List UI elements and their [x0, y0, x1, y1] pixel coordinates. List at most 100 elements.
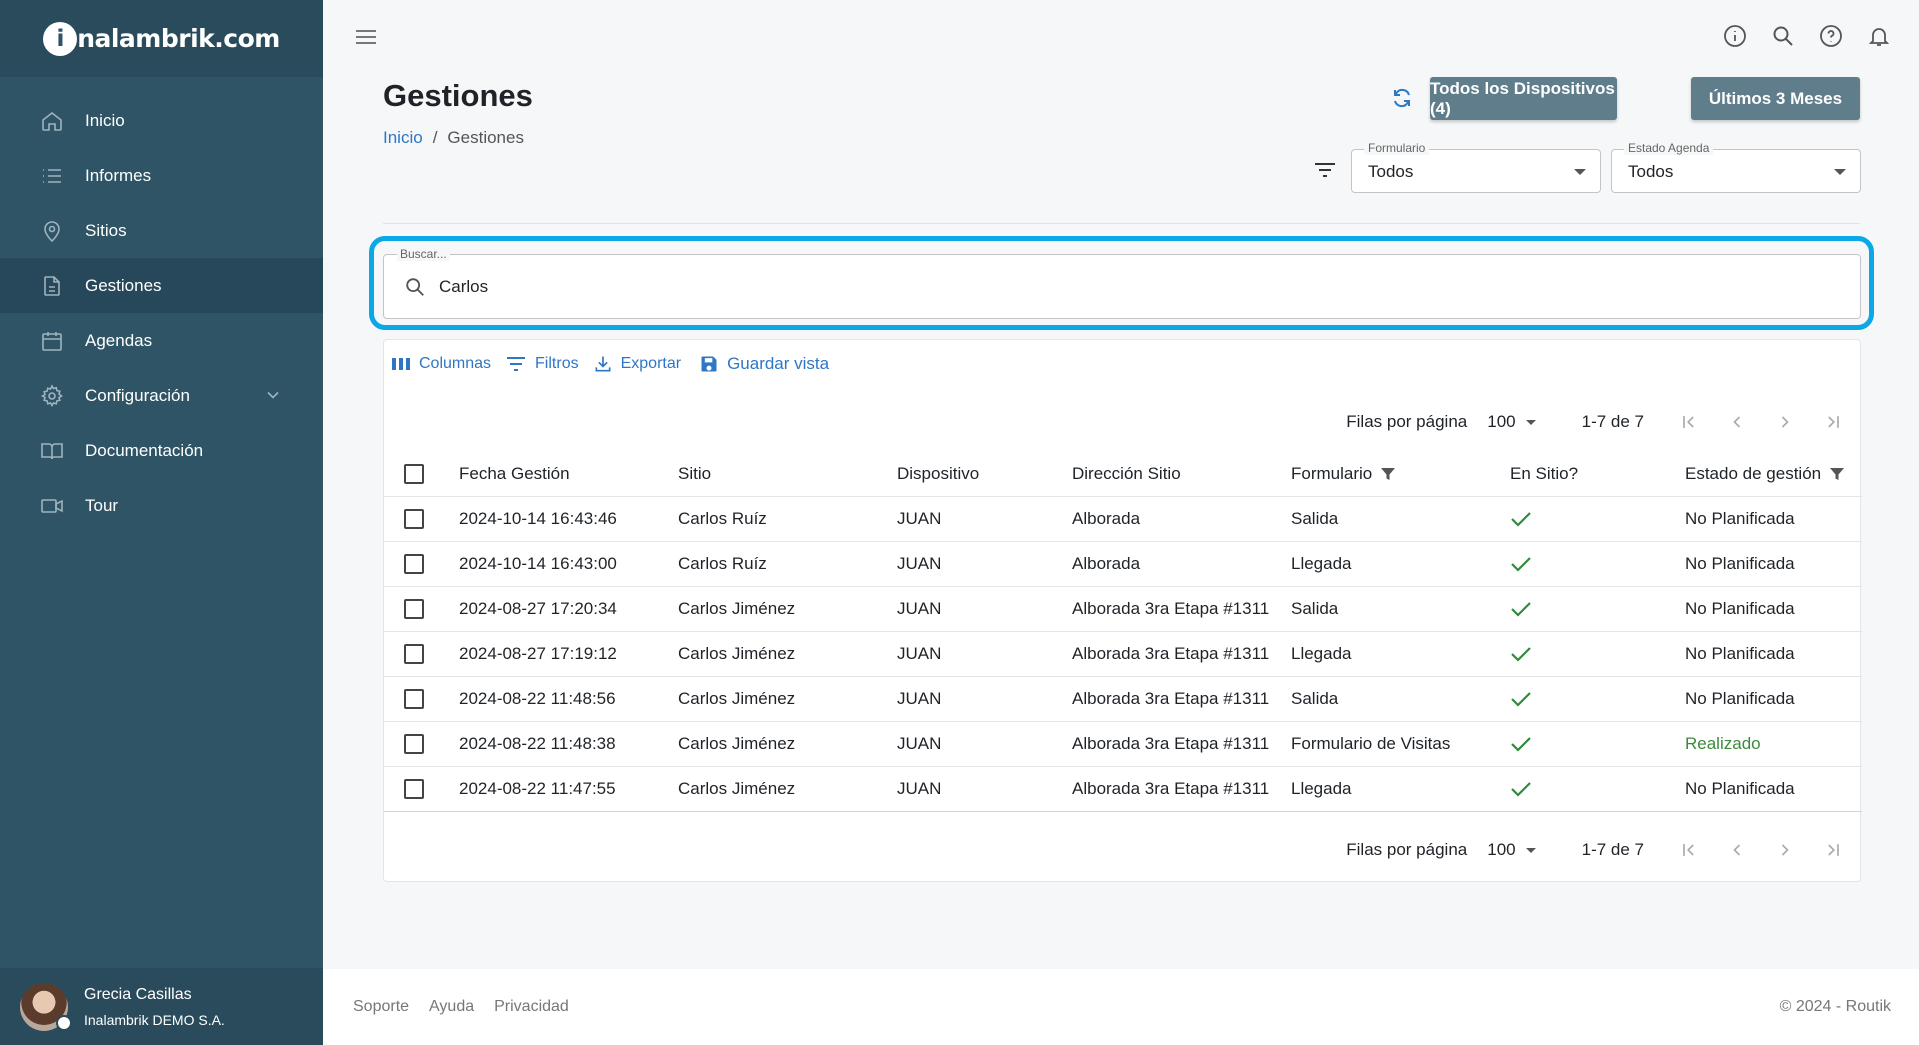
user-org: Inalambrik DEMO S.A.: [84, 1011, 225, 1028]
row-checkbox-cell: [384, 496, 459, 542]
export-button[interactable]: Exportar: [593, 354, 681, 374]
row-checkbox[interactable]: [404, 778, 424, 799]
prev-page-icon[interactable]: [1722, 407, 1752, 437]
breadcrumb-home-link[interactable]: Inicio: [383, 128, 423, 148]
table-row[interactable]: 2024-10-14 16:43:00 Carlos Ruíz JUAN Alb…: [384, 541, 1862, 587]
first-page-icon[interactable]: [1674, 835, 1704, 865]
rows-per-page-value: 100: [1487, 840, 1516, 859]
help-icon[interactable]: [1819, 24, 1843, 48]
cell-fecha: 2024-08-27 17:19:12: [459, 631, 678, 677]
sidebar-item-sitios[interactable]: Sitios: [0, 203, 323, 258]
sidebar-item-configuracion[interactable]: Configuración: [0, 368, 323, 423]
estado-agenda-select-label: Estado Agenda: [1624, 141, 1714, 155]
row-checkbox[interactable]: [404, 688, 424, 709]
all-devices-button[interactable]: Todos los Dispositivos (4): [1430, 77, 1617, 120]
column-header-estado[interactable]: Estado de gestión: [1685, 452, 1862, 497]
cell-dispositivo: JUAN: [897, 721, 1072, 767]
row-checkbox[interactable]: [404, 643, 424, 664]
row-checkbox[interactable]: [404, 508, 424, 529]
column-header-dispositivo[interactable]: Dispositivo: [897, 452, 1072, 497]
search-icon[interactable]: [1771, 24, 1795, 48]
brand-logo[interactable]: i nalambrik.com: [43, 21, 280, 56]
sidebar-item-gestiones[interactable]: Gestiones: [0, 258, 323, 313]
search-input[interactable]: Buscar... Carlos: [383, 247, 1861, 319]
sidebar-item-inicio[interactable]: Inicio: [0, 93, 323, 148]
cell-direccion: Alborada 3ra Etapa #1311: [1072, 766, 1291, 812]
columns-label: Columnas: [419, 355, 492, 372]
table-row[interactable]: 2024-08-27 17:19:12 Carlos Jiménez JUAN …: [384, 631, 1862, 677]
columns-button[interactable]: Columnas: [391, 355, 491, 373]
cell-direccion: Alborada 3ra Etapa #1311: [1072, 631, 1291, 677]
select-all-checkbox[interactable]: [404, 463, 424, 484]
export-label: Exportar: [620, 355, 682, 372]
cell-sitio: Carlos Jiménez: [678, 676, 897, 722]
table-row[interactable]: 2024-08-27 17:20:34 Carlos Jiménez JUAN …: [384, 586, 1862, 632]
table-row[interactable]: 2024-08-22 11:48:56 Carlos Jiménez JUAN …: [384, 676, 1862, 722]
user-profile[interactable]: Grecia Casillas Inalambrik DEMO S.A.: [0, 968, 323, 1045]
save-icon: [699, 354, 719, 374]
table-row[interactable]: 2024-08-22 11:47:55 Carlos Jiménez JUAN …: [384, 766, 1862, 812]
formulario-select-label: Formulario: [1364, 141, 1430, 155]
cell-dispositivo: JUAN: [897, 541, 1072, 587]
search-input-label: Buscar...: [397, 247, 450, 261]
estado-agenda-select[interactable]: Estado Agenda Todos: [1611, 141, 1861, 193]
sidebar-item-agendas[interactable]: Agendas: [0, 313, 323, 368]
column-header-en-sitio[interactable]: En Sitio?: [1510, 452, 1685, 497]
sidebar-nav: Inicio Informes Sitios Gestiones Agendas: [0, 93, 323, 533]
page-range: 1-7 de 7: [1581, 412, 1644, 431]
dropdown-arrow-icon: [1525, 847, 1536, 853]
cell-en-sitio: [1510, 676, 1685, 722]
filter-funnel-icon[interactable]: [1380, 466, 1396, 482]
filter-funnel-icon[interactable]: [1829, 466, 1845, 482]
next-page-icon[interactable]: [1770, 407, 1800, 437]
header-divider: [383, 223, 1860, 224]
sidebar-item-informes[interactable]: Informes: [0, 148, 323, 203]
cell-sitio: Carlos Jiménez: [678, 631, 897, 677]
search-input-value: Carlos: [439, 277, 489, 296]
cell-sitio: Carlos Ruíz: [678, 496, 897, 542]
sidebar-item-label: Agendas: [85, 330, 153, 350]
row-checkbox[interactable]: [404, 733, 424, 754]
sidebar-item-documentacion[interactable]: Documentación: [0, 423, 323, 478]
page-navigation: [1674, 407, 1848, 437]
column-header-fecha[interactable]: Fecha Gestión: [459, 452, 678, 497]
gestiones-table: Columnas Filtros Exportar Guardar vista …: [383, 339, 1862, 882]
filters-button[interactable]: Filtros: [505, 355, 579, 373]
date-range-button[interactable]: Últimos 3 Meses: [1691, 77, 1860, 120]
last-page-icon[interactable]: [1818, 407, 1848, 437]
row-checkbox[interactable]: [404, 553, 424, 574]
select-all-cell: [384, 452, 459, 497]
cell-direccion: Alborada 3ra Etapa #1311: [1072, 676, 1291, 722]
formulario-select[interactable]: Formulario Todos: [1351, 141, 1601, 193]
column-header-formulario[interactable]: Formulario: [1291, 452, 1510, 497]
sidebar-item-tour[interactable]: Tour: [0, 478, 323, 533]
footer-link-privacidad[interactable]: Privacidad: [494, 998, 569, 1016]
table-row[interactable]: 2024-08-22 11:48:38 Carlos Jiménez JUAN …: [384, 721, 1862, 767]
refresh-icon[interactable]: [1390, 86, 1414, 110]
check-icon: [1510, 690, 1685, 708]
prev-page-icon[interactable]: [1722, 835, 1752, 865]
rows-per-page-select[interactable]: 100: [1487, 840, 1536, 860]
table-header-row: Fecha Gestión Sitio Dispositivo Direcció…: [384, 452, 1862, 497]
filter-icon: [505, 355, 527, 373]
footer-link-ayuda[interactable]: Ayuda: [429, 998, 474, 1016]
footer-link-soporte[interactable]: Soporte: [353, 998, 409, 1016]
bell-icon[interactable]: [1867, 24, 1891, 48]
avatar: [20, 982, 72, 1031]
filter-icon[interactable]: [1313, 160, 1337, 180]
table-row[interactable]: 2024-10-14 16:43:46 Carlos Ruíz JUAN Alb…: [384, 496, 1862, 542]
next-page-icon[interactable]: [1770, 835, 1800, 865]
menu-toggle-icon[interactable]: [353, 26, 379, 48]
row-checkbox-cell: [384, 766, 459, 812]
info-icon[interactable]: [1723, 24, 1747, 48]
rows-per-page-select[interactable]: 100: [1487, 412, 1536, 432]
row-checkbox-cell: [384, 541, 459, 587]
save-view-button[interactable]: Guardar vista: [699, 354, 829, 374]
last-page-icon[interactable]: [1818, 835, 1848, 865]
column-header-sitio[interactable]: Sitio: [678, 452, 897, 497]
chevron-down-icon[interactable]: [263, 385, 283, 405]
column-header-direccion[interactable]: Dirección Sitio: [1072, 452, 1291, 497]
footer-links: Soporte Ayuda Privacidad: [353, 998, 569, 1016]
row-checkbox[interactable]: [404, 598, 424, 619]
first-page-icon[interactable]: [1674, 407, 1704, 437]
